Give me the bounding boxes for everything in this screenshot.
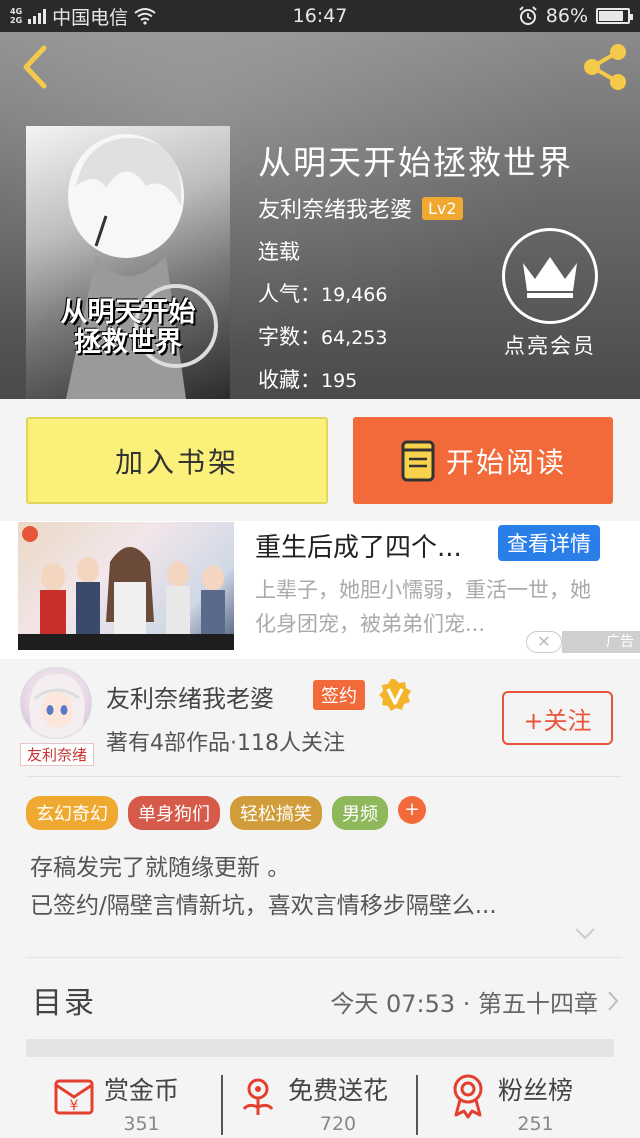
- reward-flowers[interactable]: 免费送花 720: [234, 1071, 388, 1138]
- ad-title[interactable]: 重生后成了四个...: [255, 527, 462, 564]
- book-cover[interactable]: 从明天开始拯救世界: [26, 126, 230, 399]
- tag-chip[interactable]: 男频: [332, 796, 388, 830]
- back-arrow-icon[interactable]: [14, 42, 54, 92]
- book-icon: [401, 440, 435, 481]
- alarm-icon: [519, 6, 537, 25]
- reward-label: 赏金币: [104, 1076, 180, 1105]
- network-type: 4G 2G: [10, 7, 23, 25]
- popularity-row: 人气：19,466: [258, 282, 388, 306]
- start-reading-label: 开始阅读: [445, 445, 566, 479]
- latest-chapter: 今天 07:53 · 第五十四章: [330, 990, 598, 1018]
- favorites-row: 收藏：195: [258, 368, 358, 392]
- start-reading-button[interactable]: 开始阅读: [353, 417, 613, 504]
- cover-art: [66, 134, 218, 399]
- carrier-name: 中国电信: [52, 6, 129, 29]
- action-bar: 加入书架 开始阅读: [0, 399, 640, 521]
- cover-title: 从明天开始拯救世界: [60, 297, 196, 358]
- table-of-contents-row[interactable]: 目录 今天 07:53 · 第五十四章: [26, 957, 622, 1039]
- favorites-value: 195: [321, 370, 358, 392]
- divider: [26, 776, 622, 777]
- ad-banner[interactable]: 重生后成了四个... 查看详情 上辈子，她胆小懦弱，重活一世，她化身团宠，被弟弟…: [0, 521, 640, 659]
- follow-button[interactable]: +关注: [502, 691, 613, 745]
- battery-icon: [596, 8, 633, 24]
- reward-count: 720: [319, 1113, 357, 1135]
- reward-label: 粉丝榜: [498, 1076, 574, 1105]
- author-level-badge: Lv2: [422, 196, 463, 220]
- share-icon[interactable]: [578, 40, 632, 94]
- ad-art: [18, 526, 234, 650]
- tag-chip[interactable]: 玄幻奇幻: [26, 796, 118, 830]
- author-avatar[interactable]: [20, 667, 92, 739]
- avatar-caption: 友利奈绪: [20, 743, 94, 766]
- divider: [416, 1075, 418, 1135]
- reward-bar: ¥ 赏金币 351 免费送花 720 粉丝榜 251: [0, 1057, 640, 1138]
- reward-coins[interactable]: ¥ 赏金币 351: [50, 1071, 179, 1138]
- reward-count: 251: [517, 1113, 554, 1135]
- signed-badge: 签约: [313, 680, 365, 710]
- divider: [221, 1075, 223, 1135]
- book-title: 从明天开始拯救世界: [258, 143, 573, 182]
- reward-count: 351: [123, 1113, 160, 1135]
- ad-detail-button[interactable]: 查看详情: [498, 525, 600, 561]
- wifi-icon: [134, 8, 156, 25]
- crown-icon: [523, 257, 577, 298]
- author-name[interactable]: 友利奈绪我老婆: [106, 679, 274, 714]
- word-count-value: 64,253: [321, 327, 388, 349]
- ad-image[interactable]: [18, 522, 234, 650]
- word-count-row: 字数：64,253: [258, 325, 388, 349]
- medal-icon: [453, 1074, 483, 1119]
- avatar-art: [29, 674, 85, 738]
- signal-icon: [28, 8, 47, 24]
- coin-envelope-icon: ¥: [54, 1079, 94, 1115]
- toc-label: 目录: [32, 986, 96, 1021]
- book-author[interactable]: 友利奈绪我老婆: [258, 192, 412, 224]
- chevron-down-icon[interactable]: [574, 927, 596, 941]
- chevron-right-icon: [608, 991, 619, 1011]
- tag-chip[interactable]: 单身狗们: [128, 796, 220, 830]
- battery-percent: 86%: [545, 5, 588, 27]
- book-description[interactable]: 存稿发完了就随缘更新 。 已签约/隔壁言情新坑，喜欢言情移步隔壁么...: [30, 849, 497, 925]
- section-separator: [26, 1039, 614, 1057]
- book-author-row[interactable]: 友利奈绪我老婆 Lv2: [258, 192, 463, 224]
- tag-chip[interactable]: 轻松搞笑: [230, 796, 322, 830]
- book-status: 连载: [258, 240, 300, 264]
- ad-tag: 广告: [562, 631, 640, 653]
- book-header: 从明天开始拯救世界 从明天开始拯救世界 友利奈绪我老婆 Lv2 连载 人气：19…: [0, 32, 640, 399]
- tag-list: 玄幻奇幻 单身狗们 轻松搞笑 男频 +: [26, 796, 426, 830]
- ad-close-button[interactable]: ✕: [526, 631, 562, 653]
- vip-label[interactable]: 点亮会员: [504, 330, 596, 360]
- add-to-shelf-button[interactable]: 加入书架: [26, 417, 328, 504]
- more-tags-button[interactable]: +: [398, 796, 426, 824]
- flower-icon: [242, 1078, 274, 1115]
- verified-icon: [379, 679, 411, 711]
- reward-label: 免费送花: [288, 1076, 389, 1105]
- svg-text:¥: ¥: [70, 1098, 79, 1114]
- status-bar: 4G 2G 中国电信 16:47 86%: [0, 0, 640, 32]
- author-stats: 著有4部作品·118人关注: [106, 731, 345, 756]
- popularity-value: 19,466: [321, 284, 388, 306]
- vip-button[interactable]: [502, 228, 598, 324]
- reward-fans[interactable]: 粉丝榜 251: [444, 1071, 573, 1138]
- author-card: 友利奈绪 友利奈绪我老婆 签约 著有4部作品·118人关注 +关注 玄幻奇幻 单…: [0, 659, 640, 957]
